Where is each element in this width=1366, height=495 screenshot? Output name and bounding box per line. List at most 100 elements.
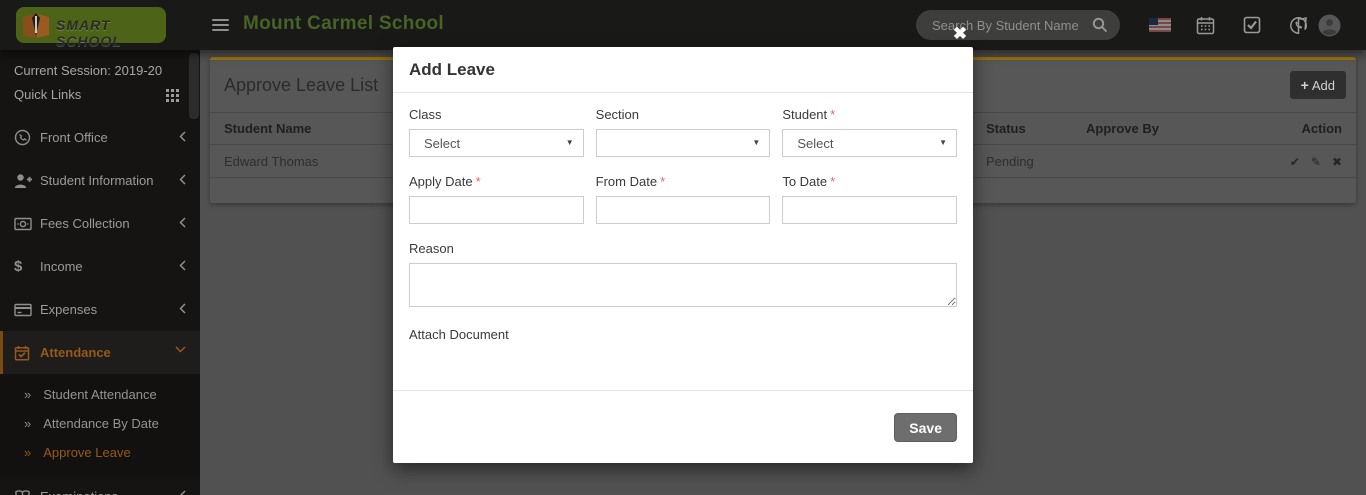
page-title: Approve Leave List [224, 75, 379, 95]
apply-date-label: Apply Date * [409, 174, 481, 189]
logo-text: SMART SCHOOL [56, 17, 122, 49]
sidebar-item-label: Student Information [40, 173, 154, 188]
class-select-value: Select [424, 136, 461, 151]
attach-document-label[interactable]: Attach Document [409, 327, 509, 342]
chevron-left-icon [179, 260, 186, 271]
double-arrow-icon [24, 415, 43, 433]
sidebar-item-student-information[interactable]: Student Information [0, 159, 200, 202]
column-approve-by: Approve By [1086, 121, 1159, 136]
double-arrow-icon [24, 444, 43, 462]
section-label: Section [595, 107, 640, 122]
reason-textarea[interactable] [409, 263, 957, 307]
save-button[interactable]: Save [894, 413, 957, 442]
add-leave-button[interactable]: Add [1289, 71, 1346, 99]
quick-links-label: Quick Links [14, 87, 82, 102]
class-select[interactable]: Select [409, 129, 584, 157]
quick-links-row: Quick Links [14, 83, 186, 107]
avatar-icon[interactable] [1318, 14, 1341, 37]
whatsapp-icon[interactable] [1289, 16, 1308, 35]
from-date-input[interactable] [595, 196, 771, 224]
section-select[interactable] [595, 129, 771, 157]
check-square-icon[interactable] [1243, 16, 1261, 34]
student-field-group: Student* Select [782, 107, 957, 157]
money-icon [14, 217, 40, 231]
chevron-left-icon [179, 490, 186, 495]
top-navbar: SMART SCHOOL Mount Carmel School [0, 0, 1366, 50]
sidebar-subitem-student-attendance[interactable]: Student Attendance [0, 380, 200, 409]
sidebar-subitem-attendance-by-date[interactable]: Attendance By Date [0, 409, 200, 438]
chevron-down-icon [175, 346, 186, 353]
sidebar-item-label: Income [40, 259, 83, 274]
hamburger-menu-icon[interactable] [212, 19, 229, 34]
chevron-left-icon [179, 303, 186, 314]
search-icon[interactable] [1092, 17, 1108, 33]
sidebar-item-label: Expenses [40, 302, 98, 317]
sidebar: Current Session: 2019-20 Quick Links Fro… [0, 50, 200, 495]
from-date-label: From Date * [595, 174, 666, 189]
student-select-value: Select [797, 136, 834, 151]
disapprove-x-icon[interactable] [1332, 155, 1342, 169]
modal-title: Add Leave [409, 59, 495, 79]
to-date-input[interactable] [782, 196, 957, 224]
chevron-left-icon [179, 217, 186, 228]
class-field-group: Class Select [409, 107, 584, 157]
attendance-submenu: Student Attendance Attendance By Date Ap… [0, 374, 200, 475]
reason-field-group: Reason [409, 241, 957, 312]
sidebar-item-income[interactable]: $ Income [0, 245, 200, 288]
sidebar-item-examinations[interactable]: Examinations [0, 475, 200, 495]
calendar-icon[interactable] [1196, 16, 1215, 35]
sidebar-item-front-office[interactable]: Front Office [0, 116, 200, 159]
submenu-item-label: Approve Leave [43, 445, 131, 460]
us-flag-icon[interactable] [1149, 18, 1171, 32]
required-asterisk: * [830, 174, 836, 189]
sidebar-subitem-approve-leave[interactable]: Approve Leave [0, 438, 200, 467]
sidebar-item-label: Examinations [40, 489, 118, 495]
sidebar-menu: Front Office Student Information Fees Co… [0, 116, 200, 495]
submenu-item-label: Attendance By Date [43, 416, 159, 431]
sidebar-item-label: Attendance [40, 345, 111, 360]
chevron-left-icon [179, 174, 186, 185]
section-field-group: Section [595, 107, 771, 157]
required-asterisk: * [830, 107, 836, 122]
modal-footer: Save [393, 390, 973, 463]
student-select[interactable]: Select [782, 129, 957, 157]
app-frame: SMART SCHOOL Mount Carmel School Search … [0, 0, 1366, 495]
current-session-label: Current Session: 2019-20 [14, 63, 163, 78]
modal-header: Add Leave [393, 47, 973, 93]
apply-date-input[interactable] [409, 196, 584, 224]
close-icon[interactable] [947, 21, 973, 47]
from-date-field-group: From Date * [595, 174, 771, 224]
column-action: Action [1301, 121, 1342, 136]
required-asterisk: * [660, 174, 666, 189]
attach-document-group: Attach Document [409, 326, 957, 344]
add-leave-modal: Add Leave Class Select Section Student [393, 47, 973, 463]
status-badge: Pending [986, 153, 1034, 169]
to-date-field-group: To Date * [782, 174, 957, 224]
edit-pencil-icon[interactable] [1311, 155, 1321, 169]
modal-body: Class Select Section Student* Select [393, 93, 973, 344]
reason-label: Reason [409, 241, 454, 256]
smart-school-logo[interactable]: SMART SCHOOL [16, 7, 166, 49]
sidebar-item-expenses[interactable]: Expenses [0, 288, 200, 331]
sidebar-scrollbar[interactable] [189, 53, 199, 119]
plus-icon [1301, 77, 1312, 93]
calendar-check-icon [14, 345, 40, 361]
approve-check-icon[interactable] [1290, 155, 1300, 169]
submenu-item-label: Student Attendance [43, 387, 157, 402]
chevron-left-icon [179, 131, 186, 142]
column-status: Status [986, 121, 1026, 136]
session-block: Current Session: 2019-20 Quick Links [0, 50, 200, 113]
to-date-label: To Date * [782, 174, 836, 189]
credit-card-icon [14, 303, 40, 317]
sidebar-item-attendance[interactable]: Attendance [0, 331, 200, 374]
sidebar-item-label: Front Office [40, 130, 108, 145]
school-name-title: Mount Carmel School [243, 13, 444, 34]
book-icon [14, 489, 40, 495]
dollar-icon: $ [14, 258, 23, 275]
student-label: Student * [782, 107, 836, 122]
apply-date-field-group: Apply Date * [409, 174, 584, 224]
grid-icon[interactable] [166, 89, 179, 102]
book-logo-icon [18, 9, 54, 41]
class-label: Class [409, 107, 442, 122]
sidebar-item-fees-collection[interactable]: Fees Collection [0, 202, 200, 245]
